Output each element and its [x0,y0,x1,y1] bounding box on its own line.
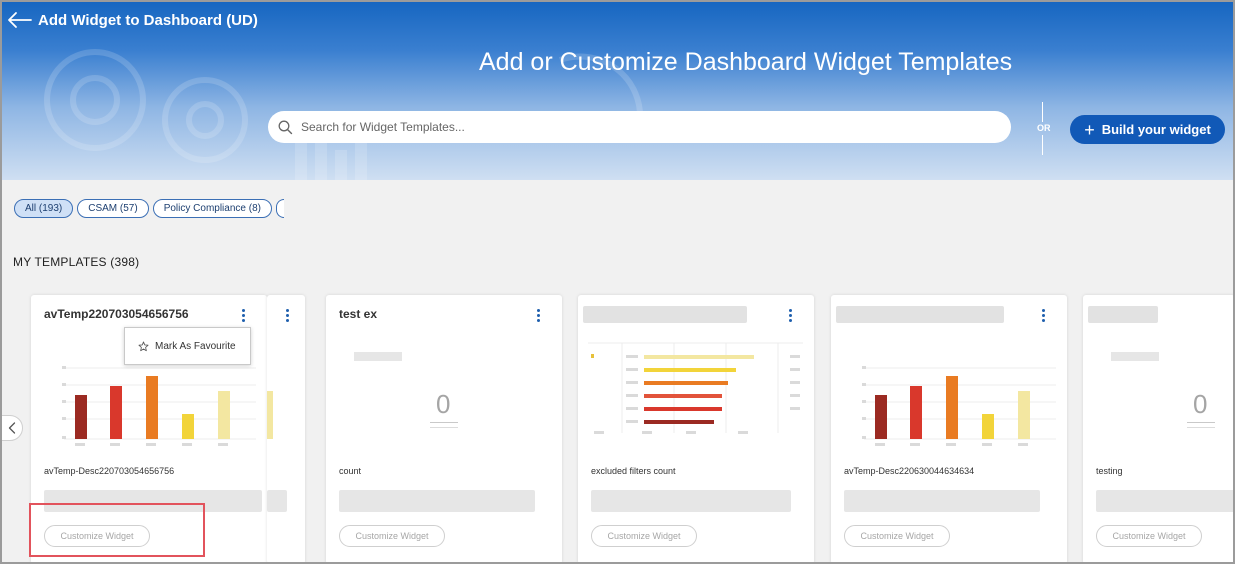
customize-widget-button[interactable]: Customize Widget [44,525,150,547]
star-icon [138,341,149,351]
filter-chip-overflow[interactable] [275,199,284,218]
mark-as-favourite-menu-item[interactable]: Mark As Favourite [124,327,251,365]
count-underline [430,422,458,423]
card-title: test ex [339,307,378,321]
or-label: OR [1037,123,1051,133]
card-detail-placeholder [44,490,262,512]
template-card-partial [267,295,305,564]
count-value: 0 [436,389,451,419]
card-description: testing [1096,466,1123,476]
count-underline [1187,422,1215,423]
count-label-placeholder [354,352,402,361]
build-widget-button[interactable]: + Build your widget [1070,115,1225,144]
or-divider: OR [1037,102,1051,155]
card-detail-placeholder [591,490,791,512]
customize-widget-button[interactable]: Customize Widget [591,525,697,547]
page-header: Add Widget to Dashboard (UD) Add or Cust… [0,0,1235,180]
count-underline [430,427,458,428]
section-title: MY TEMPLATES (398) [13,255,140,269]
back-button[interactable]: Add Widget to Dashboard (UD) [6,10,258,30]
bar-chart-preview [267,391,273,439]
template-card[interactable]: test ex 0 count Customize Widget [326,295,562,564]
or-line-bottom [1042,135,1043,155]
card-description: avTemp-Desc220703054656756 [44,466,175,476]
kebab-menu-icon[interactable] [281,307,293,325]
template-card[interactable]: avTemp-Desc220630044634634 Customize Wid… [831,295,1067,564]
count-label-placeholder [1111,352,1159,361]
or-line-top [1042,102,1043,122]
kebab-menu-icon[interactable] [237,307,249,325]
mark-as-favourite-label: Mark As Favourite [155,340,236,352]
hero-title: Add or Customize Dashboard Widget Templa… [479,48,1013,76]
card-title: avTemp220703054656756 [44,307,189,321]
filter-chips: All (193) CSAM (57) Policy Compliance (8… [14,199,284,218]
back-arrow-icon [8,12,32,28]
chevron-left-icon [8,422,16,434]
card-description: count [339,466,362,476]
card-detail-placeholder [1096,490,1235,512]
customize-widget-button[interactable]: Customize Widget [1096,525,1202,547]
kebab-menu-icon[interactable] [532,307,544,325]
customize-widget-button[interactable]: Customize Widget [844,525,950,547]
filter-chip-label: All (193) [25,203,63,214]
card-description: avTemp-Desc220630044634634 [844,466,975,476]
card-title-placeholder [836,306,1004,323]
count-underline [1187,427,1215,428]
customize-widget-button[interactable]: Customize Widget [339,525,445,547]
card-title-placeholder [1088,306,1158,323]
card-detail-placeholder [339,490,535,512]
kebab-menu-icon[interactable] [784,307,796,325]
carousel-prev-button[interactable] [1,415,23,441]
filter-chip-policy-compliance[interactable]: Policy Compliance (8) [152,199,272,218]
kebab-menu-icon[interactable] [1037,307,1049,325]
filter-chip-all[interactable]: All (193) [14,199,74,218]
count-value: 0 [1193,389,1208,419]
card-detail-placeholder [267,490,287,512]
search-bar[interactable] [268,111,1011,143]
search-input[interactable] [301,120,981,134]
filter-chip-csam[interactable]: CSAM (57) [77,199,149,218]
template-card[interactable]: 0 testing Customize Widget [1083,295,1235,564]
search-icon [278,120,293,134]
plus-icon: + [1084,119,1095,140]
horizontal-bar-chart-preview [588,342,803,434]
template-card[interactable]: excluded filters count Customize Widget [578,295,814,564]
filter-chip-label: CSAM (57) [88,203,138,214]
back-title: Add Widget to Dashboard (UD) [38,11,258,29]
card-detail-placeholder [844,490,1040,512]
build-widget-label: Build your widget [1101,122,1211,137]
filter-chip-label: Policy Compliance (8) [163,203,261,214]
card-description: excluded filters count [591,466,676,476]
bar-chart-preview [862,366,1056,446]
card-title-placeholder [583,306,747,323]
